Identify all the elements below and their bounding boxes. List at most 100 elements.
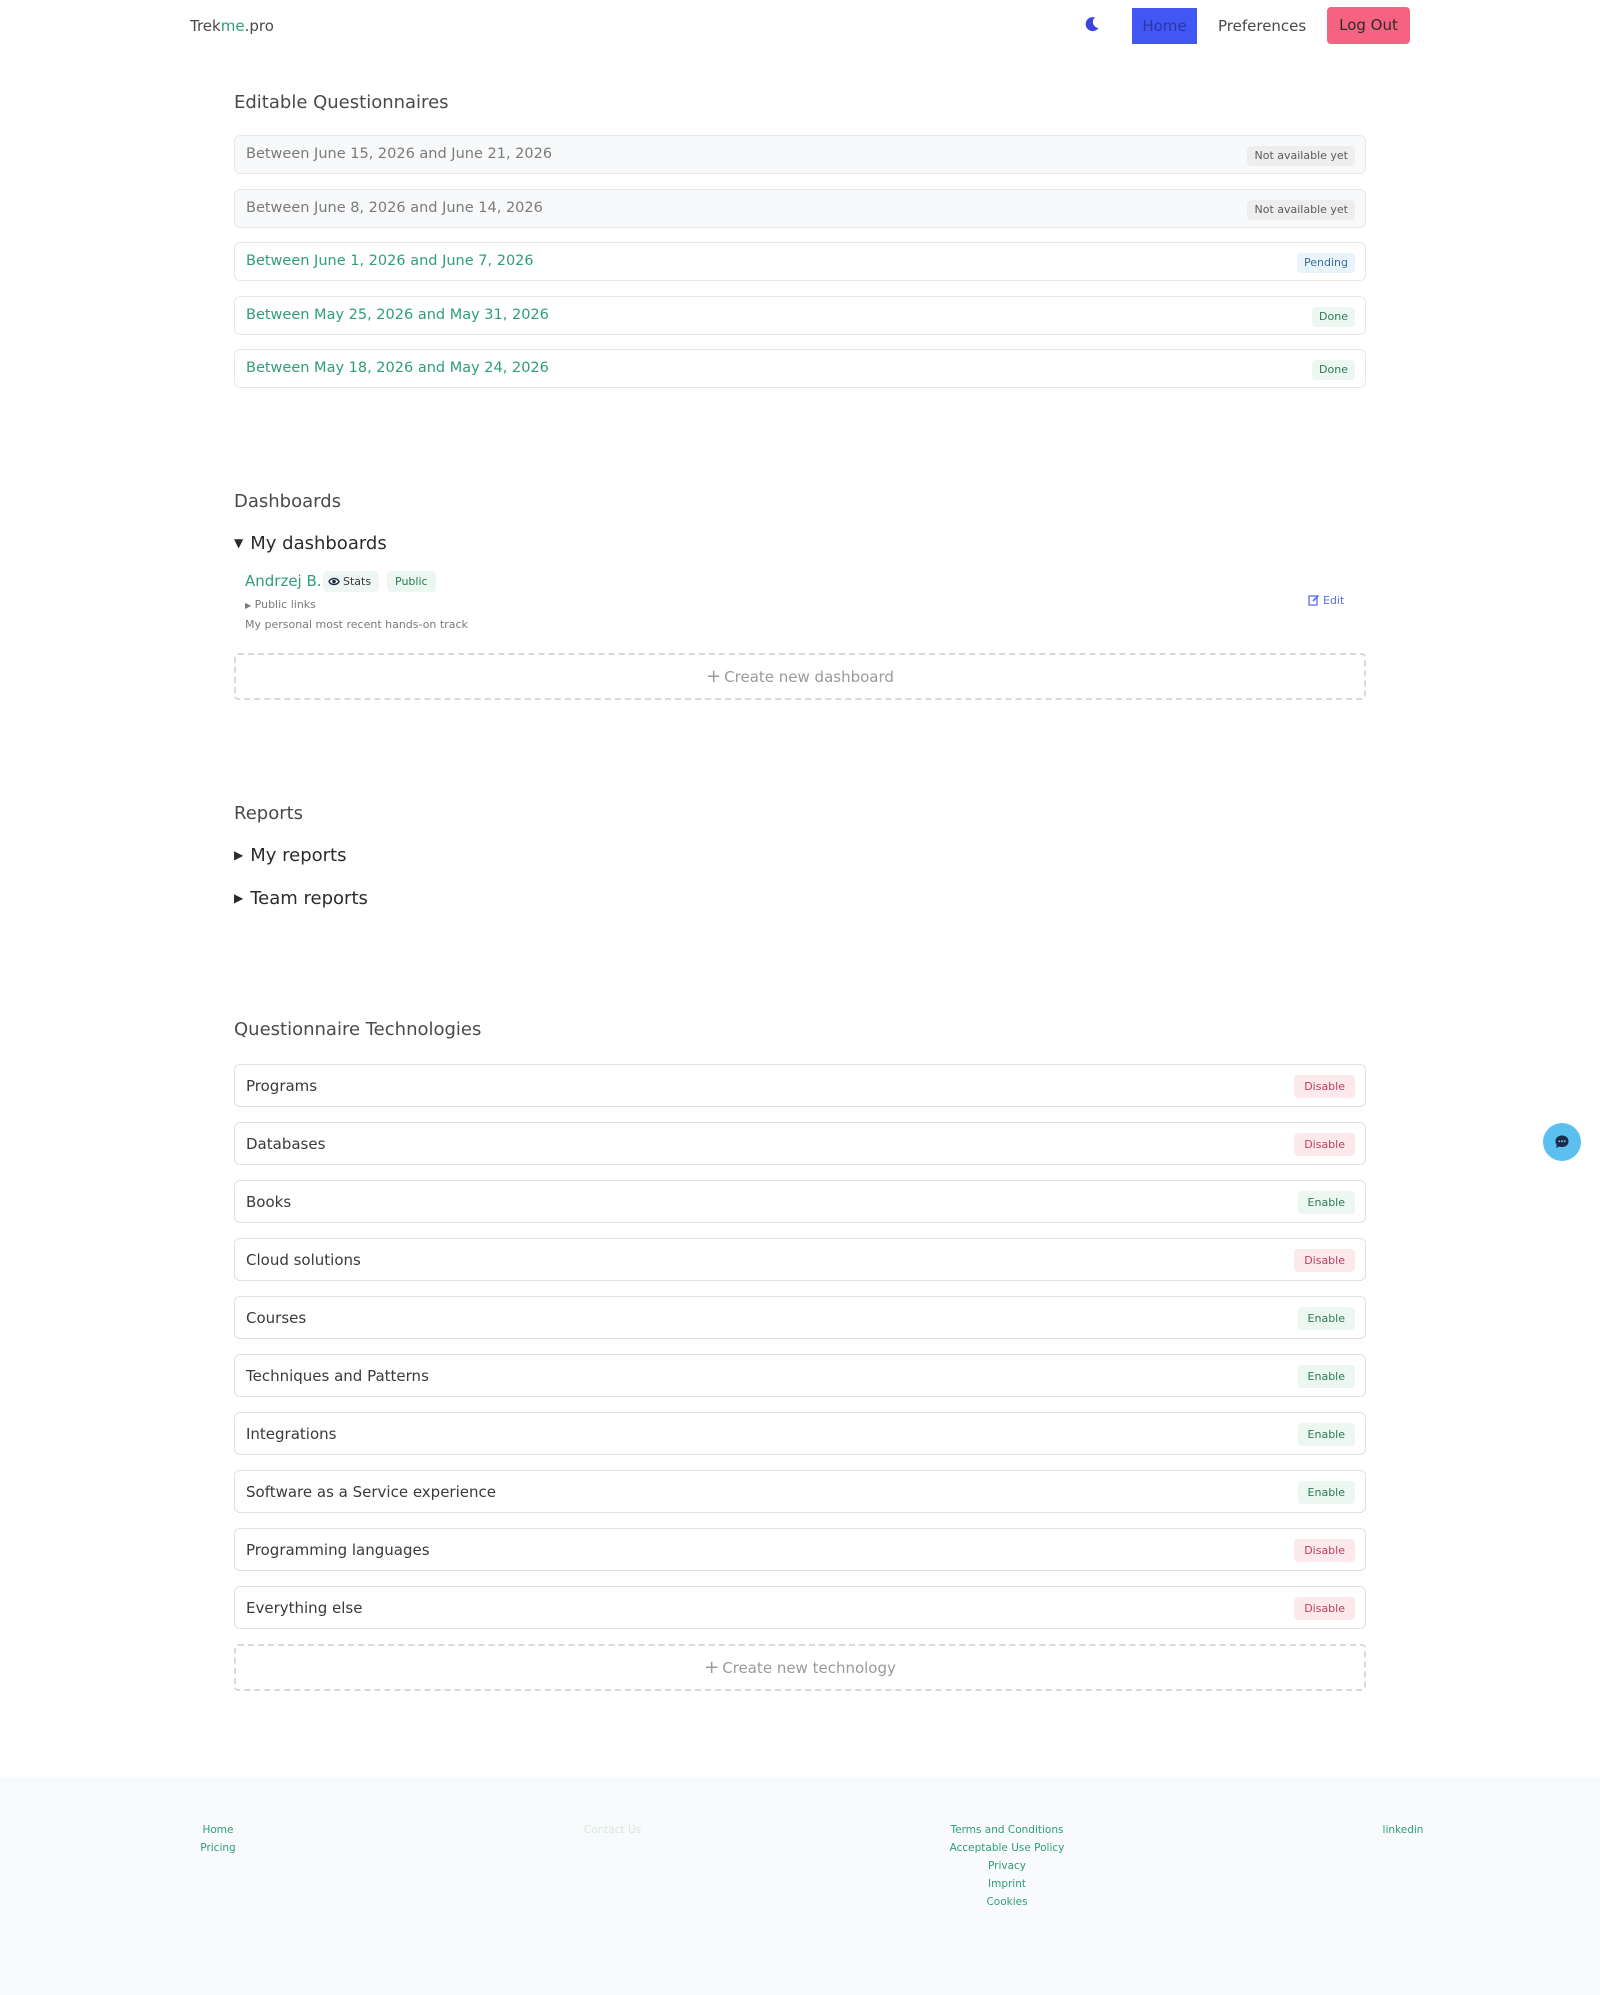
dashboard-description: My personal most recent hands-on track (245, 618, 468, 631)
plus-icon: + (704, 1657, 720, 1678)
disable-button[interactable]: Disable (1294, 1133, 1355, 1156)
eye-icon (328, 577, 340, 586)
plus-icon: + (706, 666, 722, 687)
technology-label: Courses (246, 1309, 307, 1327)
technology-row: Courses Enable (234, 1296, 1366, 1339)
my-reports-toggle[interactable]: ▶ My reports (234, 845, 347, 866)
footer (0, 1777, 1600, 1995)
questionnaire-label[interactable]: Between June 1, 2026 and June 7, 2026 (246, 253, 534, 269)
dashboards-title: Dashboards (234, 491, 342, 512)
create-technology-label: Create new technology (722, 1659, 896, 1677)
nav-home-button[interactable]: Home (1132, 8, 1197, 44)
technology-row: Books Enable (234, 1180, 1366, 1223)
enable-button[interactable]: Enable (1297, 1307, 1355, 1330)
triangle-right-icon: ▶ (234, 891, 244, 905)
dashboard-owner-link[interactable]: Andrzej B. (245, 572, 322, 590)
footer-contact-link[interactable]: Contact Us (580, 1821, 645, 1839)
technology-label: Cloud solutions (246, 1251, 361, 1269)
stats-tag[interactable]: Stats (323, 571, 380, 592)
questionnaire-label[interactable]: Between May 25, 2026 and May 31, 2026 (246, 307, 549, 323)
footer-cookies-link[interactable]: Cookies (947, 1893, 1067, 1911)
technology-row: Techniques and Patterns Enable (234, 1354, 1366, 1397)
questionnaire-label[interactable]: Between May 18, 2026 and May 24, 2026 (246, 360, 549, 376)
technology-label: Software as a Service experience (246, 1483, 496, 1501)
footer-column-1: Home Pricing (196, 1821, 240, 1857)
technology-row: Programming languages Disable (234, 1528, 1366, 1571)
disable-button[interactable]: Disable (1294, 1597, 1355, 1620)
technology-label: Everything else (246, 1599, 363, 1617)
logout-button[interactable]: Log Out (1327, 7, 1410, 44)
enable-button[interactable]: Enable (1297, 1191, 1355, 1214)
technologies-title: Questionnaire Technologies (234, 1019, 482, 1040)
nav-preferences-link[interactable]: Preferences (1218, 8, 1306, 44)
footer-column-3: Terms and Conditions Acceptable Use Poli… (947, 1821, 1067, 1911)
triangle-down-icon: ▼ (234, 536, 244, 550)
footer-aup-link[interactable]: Acceptable Use Policy (947, 1839, 1067, 1857)
footer-imprint-link[interactable]: Imprint (947, 1875, 1067, 1893)
status-badge: Done (1312, 360, 1355, 380)
chat-button[interactable] (1543, 1123, 1581, 1161)
footer-column-2: Contact Us (580, 1821, 645, 1839)
disable-button[interactable]: Disable (1294, 1249, 1355, 1272)
technology-label: Programs (246, 1077, 318, 1095)
technology-label: Programming languages (246, 1541, 430, 1559)
technology-label: Books (246, 1193, 292, 1211)
public-links-label: Public links (254, 598, 316, 611)
chat-icon (1555, 1135, 1569, 1148)
enable-button[interactable]: Enable (1297, 1423, 1355, 1446)
questionnaire-row[interactable]: Between May 18, 2026 and May 24, 2026 Do… (234, 349, 1366, 388)
footer-privacy-link[interactable]: Privacy (947, 1857, 1067, 1875)
questionnaire-row[interactable]: Between May 25, 2026 and May 31, 2026 Do… (234, 296, 1366, 335)
brand-accent: me (220, 17, 245, 35)
public-links-toggle[interactable]: ▶ Public links (245, 598, 316, 611)
disable-button[interactable]: Disable (1294, 1075, 1355, 1098)
technology-row: Software as a Service experience Enable (234, 1470, 1366, 1513)
visibility-badge: Public (387, 571, 436, 592)
enable-button[interactable]: Enable (1297, 1365, 1355, 1388)
edit-dashboard-button[interactable]: Edit (1308, 594, 1344, 607)
triangle-right-icon: ▶ (245, 601, 252, 610)
brand-suffix: .pro (244, 17, 274, 35)
my-reports-label: My reports (250, 845, 347, 866)
technology-row: Databases Disable (234, 1122, 1366, 1165)
footer-linkedin-link[interactable]: linkedin (1378, 1821, 1428, 1839)
moon-icon[interactable] (1084, 15, 1102, 33)
my-dashboards-toggle[interactable]: ▼ My dashboards (234, 533, 387, 554)
questionnaire-row[interactable]: Between June 1, 2026 and June 7, 2026 Pe… (234, 242, 1366, 281)
create-dashboard-button[interactable]: + Create new dashboard (234, 653, 1366, 700)
disable-button[interactable]: Disable (1294, 1539, 1355, 1562)
stats-tag-label: Stats (343, 575, 372, 588)
technology-label: Integrations (246, 1425, 337, 1443)
footer-pricing-link[interactable]: Pricing (196, 1839, 240, 1857)
footer-home-link[interactable]: Home (196, 1821, 240, 1839)
status-badge: Not available yet (1247, 200, 1355, 220)
footer-column-4: linkedin (1378, 1821, 1428, 1839)
triangle-right-icon: ▶ (234, 848, 244, 862)
technology-row: Integrations Enable (234, 1412, 1366, 1455)
team-reports-label: Team reports (250, 888, 368, 909)
brand-prefix: Trek (190, 17, 221, 35)
questionnaire-row: Between June 8, 2026 and June 14, 2026 N… (234, 189, 1366, 228)
navbar: Trekme.pro Home Preferences Log Out (0, 0, 1600, 52)
status-badge: Not available yet (1247, 146, 1355, 166)
create-technology-button[interactable]: + Create new technology (234, 1644, 1366, 1691)
team-reports-toggle[interactable]: ▶ Team reports (234, 888, 368, 909)
technology-label: Techniques and Patterns (246, 1367, 429, 1385)
brand-logo[interactable]: Trekme.pro (190, 17, 274, 35)
enable-button[interactable]: Enable (1297, 1481, 1355, 1504)
reports-title: Reports (234, 803, 304, 824)
edit-label: Edit (1323, 594, 1345, 607)
footer-terms-link[interactable]: Terms and Conditions (947, 1821, 1067, 1839)
technology-row: Everything else Disable (234, 1586, 1366, 1629)
status-badge: Pending (1297, 253, 1355, 273)
questionnaire-row: Between June 15, 2026 and June 21, 2026 … (234, 135, 1366, 174)
my-dashboards-label: My dashboards (250, 533, 387, 554)
technology-row: Cloud solutions Disable (234, 1238, 1366, 1281)
create-dashboard-label: Create new dashboard (724, 668, 894, 686)
status-badge: Done (1312, 307, 1355, 327)
questionnaires-title: Editable Questionnaires (234, 92, 449, 113)
technology-label: Databases (246, 1135, 326, 1153)
questionnaire-label: Between June 15, 2026 and June 21, 2026 (246, 146, 553, 162)
questionnaire-label: Between June 8, 2026 and June 14, 2026 (246, 200, 543, 216)
technology-row: Programs Disable (234, 1064, 1366, 1107)
